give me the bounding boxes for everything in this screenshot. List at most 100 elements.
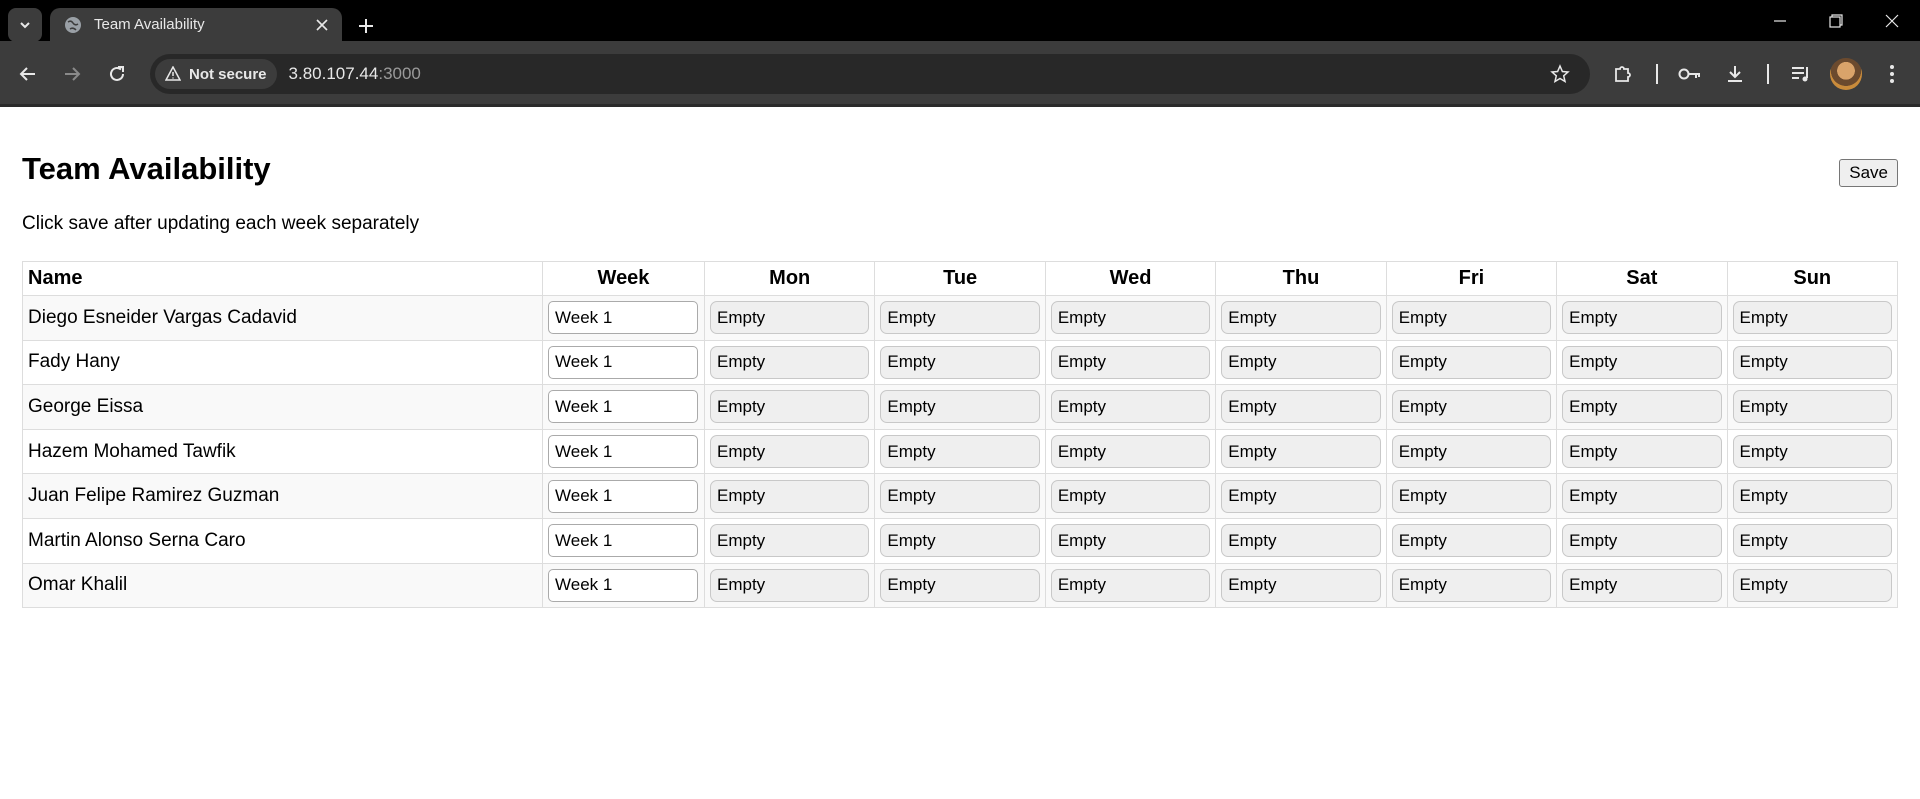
tue-availability-field[interactable]: Empty	[880, 479, 1040, 513]
week-select[interactable]: Week 1	[548, 524, 698, 558]
mon-availability-field[interactable]: Empty	[710, 390, 870, 424]
fri-availability-field[interactable]: Empty	[1391, 301, 1552, 335]
toolbar-divider	[1656, 64, 1658, 84]
wed-availability-field[interactable]: Empty	[1050, 568, 1211, 602]
week-select[interactable]: Week 1	[548, 345, 698, 379]
wed-cell: Empty	[1044, 384, 1217, 430]
column-header-thu: Thu	[1215, 261, 1387, 296]
bookmark-star-icon[interactable]	[1546, 60, 1574, 88]
mon-availability-field[interactable]: Empty	[710, 301, 870, 335]
week-cell: Week 1	[542, 473, 705, 519]
fri-availability-field[interactable]: Empty	[1391, 524, 1552, 558]
toolbar-divider	[1767, 64, 1769, 84]
sat-availability-field[interactable]: Empty	[1562, 479, 1722, 513]
fri-cell: Empty	[1385, 295, 1558, 341]
restore-icon[interactable]	[1808, 0, 1864, 41]
thu-cell: Empty	[1215, 473, 1387, 519]
sun-availability-field[interactable]: Empty	[1732, 568, 1892, 602]
member-name: Hazem Mohamed Tawfik	[22, 428, 543, 475]
chevron-down-icon	[20, 22, 30, 29]
wed-availability-field[interactable]: Empty	[1050, 390, 1211, 424]
url-text[interactable]: 3.80.107.44:3000	[289, 64, 421, 84]
thu-cell: Empty	[1215, 339, 1387, 386]
wed-availability-field[interactable]: Empty	[1050, 524, 1211, 558]
profile-avatar[interactable]	[1830, 58, 1862, 90]
address-bar[interactable]: Not secure 3.80.107.44:3000	[150, 54, 1590, 94]
thu-availability-field[interactable]: Empty	[1221, 479, 1381, 513]
availability-table: Name Week Mon Tue Wed Thu Fri Sat Sun Di…	[22, 261, 1899, 609]
wed-availability-field[interactable]: Empty	[1050, 345, 1211, 379]
browser-tab[interactable]: Team Availability	[50, 8, 342, 41]
fri-availability-field[interactable]: Empty	[1391, 568, 1552, 602]
tue-availability-field[interactable]: Empty	[880, 524, 1040, 558]
sun-availability-field[interactable]: Empty	[1732, 479, 1892, 513]
thu-availability-field[interactable]: Empty	[1221, 568, 1381, 602]
back-arrow-icon[interactable]	[12, 58, 44, 90]
fri-cell: Empty	[1385, 517, 1558, 564]
fri-cell: Empty	[1385, 428, 1558, 475]
sun-availability-field[interactable]: Empty	[1732, 345, 1892, 379]
window-controls	[1752, 0, 1920, 41]
security-chip[interactable]: Not secure	[155, 59, 277, 89]
table-body: Diego Esneider Vargas Cadavid Week 1 Empty…	[22, 295, 1899, 609]
mon-cell: Empty	[703, 517, 876, 564]
mon-cell: Empty	[703, 339, 876, 386]
week-select[interactable]: Week 1	[548, 301, 698, 335]
sun-cell: Empty	[1726, 428, 1899, 475]
thu-availability-field[interactable]: Empty	[1221, 390, 1381, 424]
column-header-week: Week	[542, 261, 705, 296]
fri-availability-field[interactable]: Empty	[1391, 345, 1552, 379]
sun-availability-field[interactable]: Empty	[1732, 301, 1892, 335]
tue-availability-field[interactable]: Empty	[880, 390, 1040, 424]
minimize-icon[interactable]	[1752, 0, 1808, 41]
mon-availability-field[interactable]: Empty	[710, 524, 870, 558]
tue-availability-field[interactable]: Empty	[880, 568, 1040, 602]
mon-availability-field[interactable]: Empty	[710, 435, 870, 469]
mon-availability-field[interactable]: Empty	[710, 345, 870, 379]
sat-availability-field[interactable]: Empty	[1562, 435, 1722, 469]
media-queue-icon[interactable]	[1785, 58, 1817, 90]
forward-arrow-icon[interactable]	[56, 58, 88, 90]
sun-availability-field[interactable]: Empty	[1732, 390, 1892, 424]
thu-availability-field[interactable]: Empty	[1221, 524, 1381, 558]
fri-availability-field[interactable]: Empty	[1391, 479, 1552, 513]
close-window-icon[interactable]	[1864, 0, 1920, 41]
tue-availability-field[interactable]: Empty	[880, 345, 1040, 379]
download-icon[interactable]	[1719, 58, 1751, 90]
tue-availability-field[interactable]: Empty	[880, 301, 1040, 335]
table-row: George Eissa Week 1 Empty Empty Empty Empty Em…	[22, 384, 1899, 430]
thu-availability-field[interactable]: Empty	[1221, 345, 1381, 379]
tab-search-button[interactable]	[8, 8, 42, 42]
new-tab-plus-icon[interactable]	[352, 12, 380, 40]
sat-availability-field[interactable]: Empty	[1562, 345, 1722, 379]
reload-icon[interactable]	[101, 58, 133, 90]
mon-availability-field[interactable]: Empty	[710, 568, 870, 602]
week-select[interactable]: Week 1	[548, 435, 698, 469]
wed-availability-field[interactable]: Empty	[1050, 301, 1211, 335]
thu-availability-field[interactable]: Empty	[1221, 301, 1381, 335]
sat-availability-field[interactable]: Empty	[1562, 390, 1722, 424]
sat-availability-field[interactable]: Empty	[1562, 568, 1722, 602]
extensions-puzzle-icon[interactable]	[1607, 58, 1639, 90]
sat-availability-field[interactable]: Empty	[1562, 301, 1722, 335]
save-button[interactable]: Save	[1839, 159, 1898, 187]
wed-availability-field[interactable]: Empty	[1050, 435, 1211, 469]
sun-availability-field[interactable]: Empty	[1732, 435, 1892, 469]
sat-availability-field[interactable]: Empty	[1562, 524, 1722, 558]
password-key-icon[interactable]	[1674, 58, 1706, 90]
mon-availability-field[interactable]: Empty	[710, 479, 870, 513]
week-select[interactable]: Week 1	[548, 479, 698, 513]
week-select[interactable]: Week 1	[548, 390, 698, 424]
tab-close-icon[interactable]	[312, 15, 332, 35]
mon-cell: Empty	[703, 428, 876, 475]
wed-availability-field[interactable]: Empty	[1050, 479, 1211, 513]
mon-cell: Empty	[703, 562, 876, 609]
tue-availability-field[interactable]: Empty	[880, 435, 1040, 469]
week-select[interactable]: Week 1	[548, 568, 698, 602]
thu-availability-field[interactable]: Empty	[1221, 435, 1381, 469]
more-menu-icon[interactable]	[1876, 58, 1908, 90]
fri-availability-field[interactable]: Empty	[1391, 390, 1552, 424]
wed-cell: Empty	[1044, 562, 1217, 609]
fri-availability-field[interactable]: Empty	[1391, 435, 1552, 469]
sun-availability-field[interactable]: Empty	[1732, 524, 1892, 558]
